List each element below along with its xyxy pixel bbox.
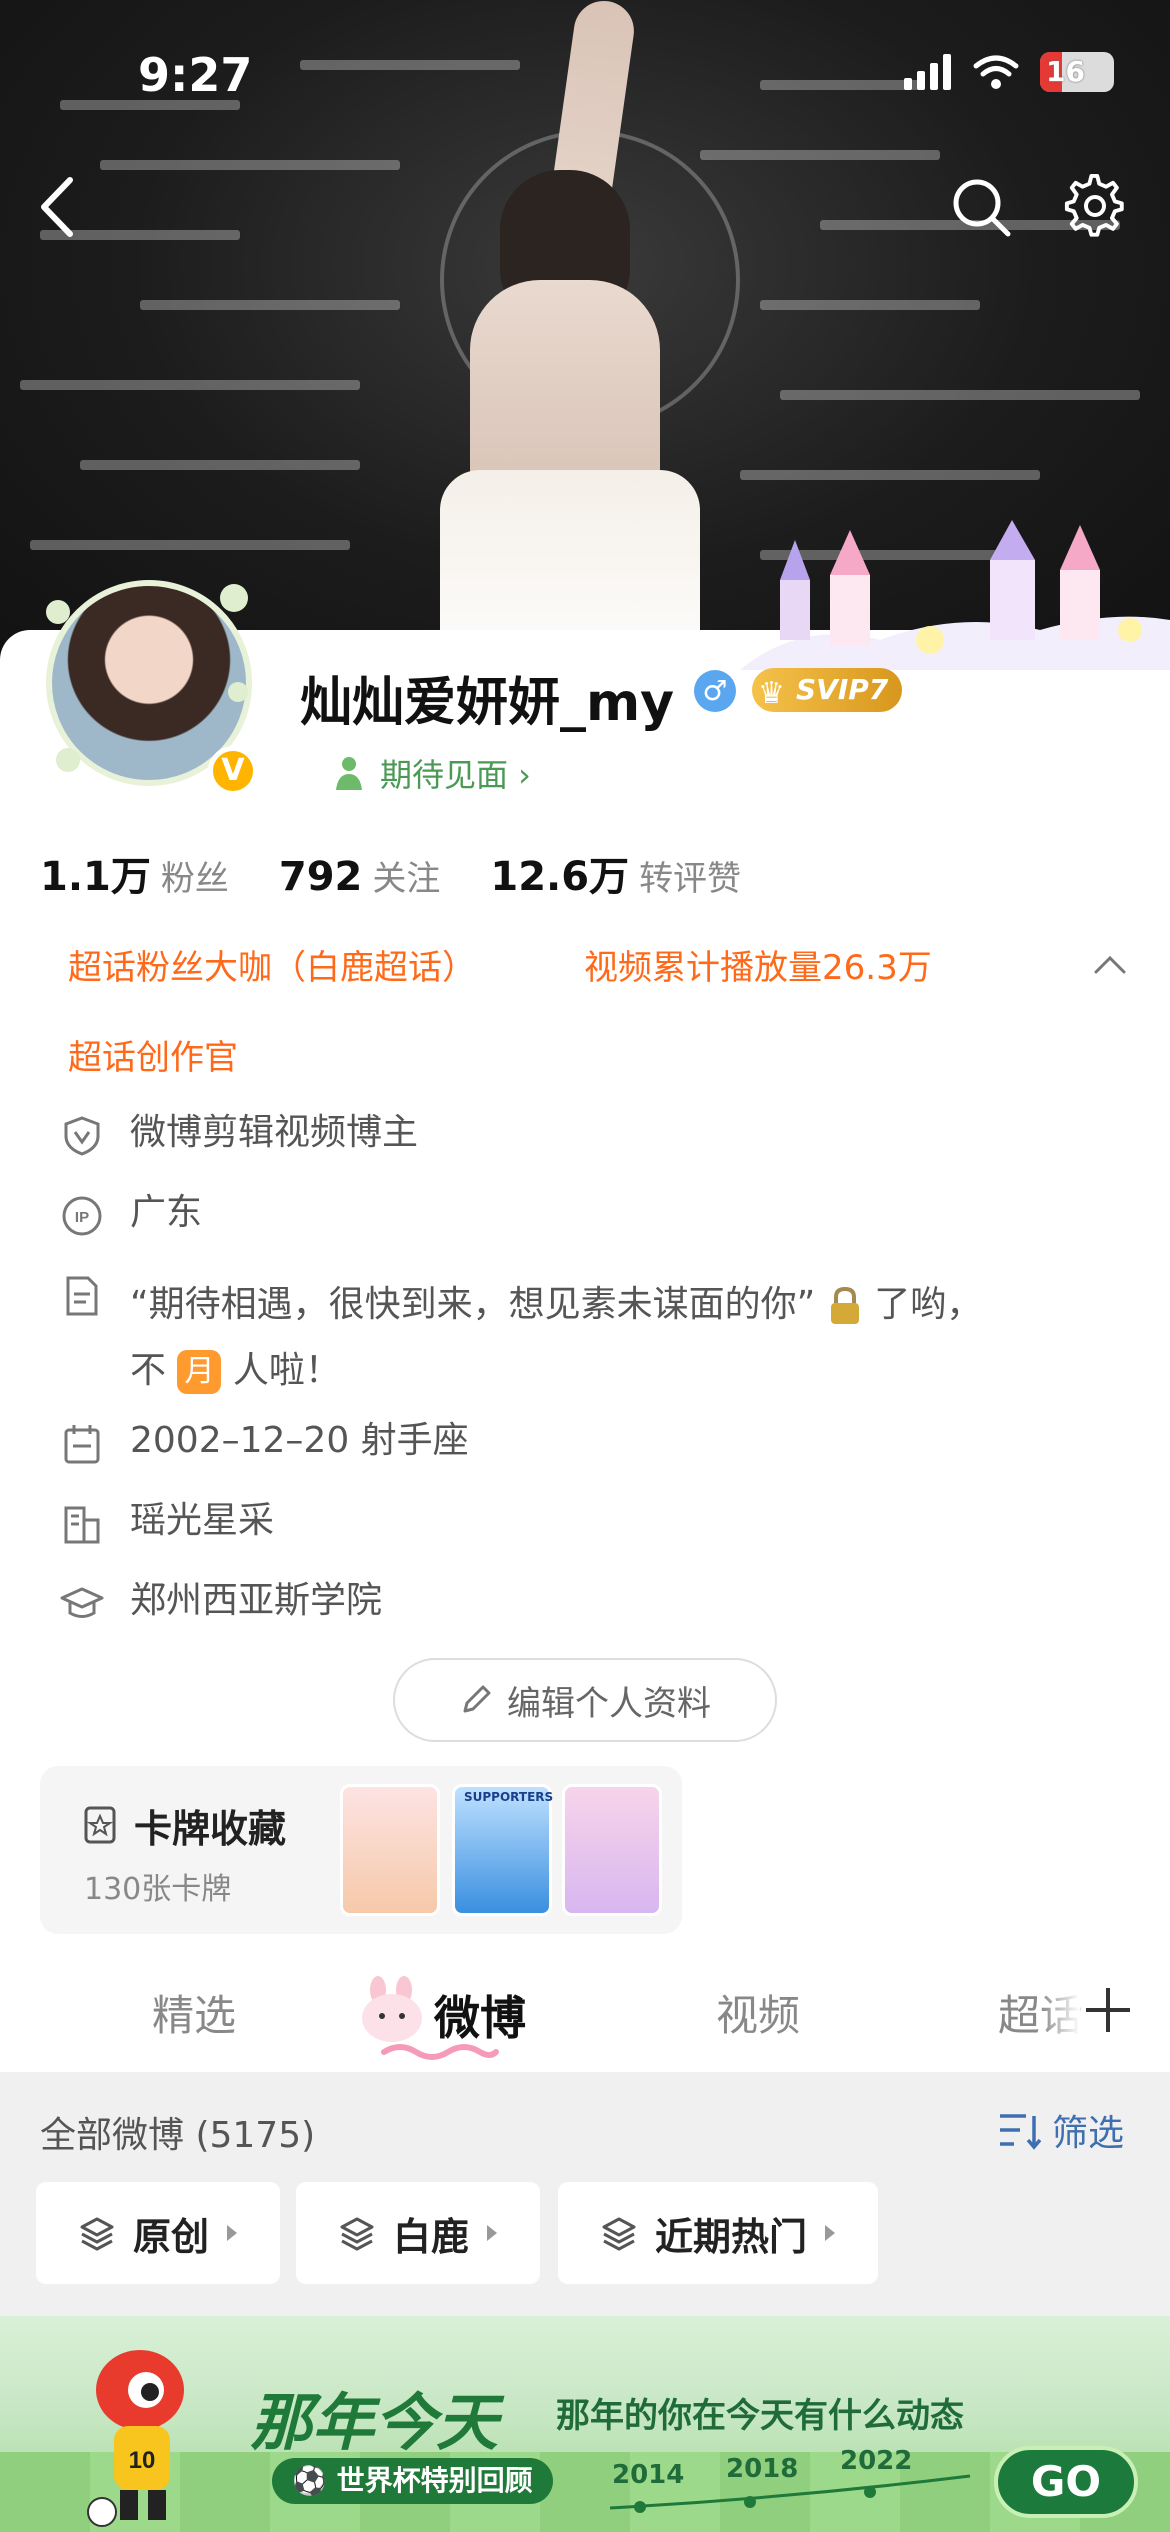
- wifi-icon: [973, 55, 1019, 89]
- feed-title: 全部微博 (5175): [40, 2115, 316, 2156]
- moon-emoji-icon: 月: [177, 1350, 222, 1394]
- chip-recent-hot[interactable]: 近期热门: [558, 2182, 878, 2284]
- layers-icon: [602, 2217, 636, 2251]
- shield-icon: [64, 1116, 100, 1156]
- info-bio-row: “期待相遇，很快到来，想见素未谋面的你” 了哟， 不 月 人啦！: [60, 1272, 1090, 1404]
- username: 灿灿爱妍妍_my: [300, 673, 675, 733]
- building-icon: [64, 1506, 100, 1544]
- caret-right-icon: [825, 2225, 835, 2241]
- ip-location-icon: IP: [62, 1196, 102, 1236]
- edit-profile-label: 编辑个人资料: [507, 1683, 711, 1724]
- chip-original[interactable]: 原创: [36, 2182, 280, 2284]
- plus-icon[interactable]: [1080, 1982, 1136, 2038]
- chip-bailu[interactable]: 白鹿: [296, 2182, 540, 2284]
- svg-text:10: 10: [129, 2447, 156, 2474]
- bio-text-3: 不: [130, 1350, 167, 1391]
- likes-count[interactable]: 12.6万: [490, 844, 629, 902]
- banner-world-cup-pill: ⚽ 世界杯特别回顾: [272, 2458, 553, 2504]
- status-tag[interactable]: 期待见面 ›: [380, 750, 531, 796]
- graduation-cap-icon: [60, 1587, 104, 1618]
- chevron-up-icon[interactable]: [1090, 944, 1130, 984]
- card-thumbnail-1[interactable]: [340, 1784, 440, 1916]
- status-icons: 16: [904, 52, 1114, 92]
- svip-label: SVIP7: [796, 673, 889, 706]
- go-button[interactable]: GO: [994, 2446, 1138, 2518]
- card-collection-icon: [84, 1806, 116, 1844]
- chip-original-label: 原创: [132, 2214, 209, 2259]
- tab-video[interactable]: 视频: [716, 1982, 800, 2043]
- stats-row: 1.1万 粉丝 792 关注 12.6万 转评赞: [40, 844, 791, 902]
- lock-emoji-icon: [830, 1286, 859, 1324]
- ip-text: 广东: [130, 1192, 203, 1233]
- info-creator-row: 微博剪辑视频博主: [60, 1112, 418, 1166]
- calendar-icon: [64, 1425, 100, 1464]
- info-company-row: 瑶光星采: [60, 1500, 274, 1554]
- banner-pill-label: 世界杯特别回顾: [336, 2464, 533, 2497]
- banner-year-2014: 2014: [612, 2460, 685, 2490]
- soccer-ball-icon: ⚽: [292, 2464, 327, 2497]
- school-text: 郑州西亚斯学院: [130, 1580, 383, 1621]
- gear-icon[interactable]: [1064, 174, 1126, 238]
- tab-weibo[interactable]: 微博: [434, 1982, 526, 2048]
- search-icon[interactable]: [950, 176, 1012, 238]
- filter-icon: [1000, 2114, 1042, 2150]
- crown-icon: ♛: [758, 676, 785, 711]
- document-icon: [66, 1276, 98, 1316]
- edit-profile-button[interactable]: 编辑个人资料: [393, 1658, 777, 1742]
- status-time: 9:27: [138, 48, 253, 102]
- info-school-row: 郑州西亚斯学院: [60, 1580, 382, 1634]
- following-label[interactable]: 关注: [372, 851, 440, 900]
- banner-year-2018: 2018: [726, 2454, 799, 2484]
- badge-video-views[interactable]: 视频累计播放量26.3万: [584, 940, 932, 989]
- caret-right-icon: [487, 2225, 497, 2241]
- bunny-icon: [362, 1976, 422, 2042]
- person-status-icon: [336, 757, 362, 790]
- company-text: 瑶光星采: [130, 1500, 275, 1541]
- pencil-icon: [463, 1685, 491, 1713]
- filter-label: 筛选: [1052, 2113, 1125, 2154]
- verified-badge-icon: V: [208, 746, 258, 796]
- tab-featured[interactable]: 精选: [152, 1982, 236, 2043]
- chip-bailu-label: 白鹿: [392, 2214, 469, 2259]
- followers-count[interactable]: 1.1万: [40, 844, 151, 902]
- mascot-icon: 10: [87, 2350, 184, 2527]
- filter-button[interactable]: 筛选: [998, 2104, 1124, 2156]
- castle-decoration: [740, 520, 1170, 670]
- card-collection-count: 130张卡牌: [84, 1872, 232, 1907]
- info-ip-row: IP 广东: [60, 1192, 202, 1246]
- bio-text-2: 了哟，: [874, 1284, 983, 1325]
- card-collection-title: 卡牌收藏: [134, 1807, 287, 1851]
- signal-icon: [904, 54, 951, 90]
- battery-icon: 16: [1040, 52, 1114, 92]
- bio-text-4: 人啦！: [232, 1350, 341, 1391]
- chip-recent-hot-label: 近期热门: [654, 2214, 807, 2259]
- bio-text-1: “期待相遇，很快到来，想见素未谋面的你”: [130, 1284, 816, 1325]
- banner-subtitle: 那年的你在今天有什么动态: [556, 2396, 964, 2436]
- banner-year-2022: 2022: [840, 2446, 913, 2476]
- svg-text:IP: IP: [75, 1209, 89, 1226]
- birthday-text: 2002–12–20 射手座: [130, 1420, 469, 1461]
- following-count[interactable]: 792: [279, 854, 363, 900]
- likes-label[interactable]: 转评赞: [639, 851, 741, 900]
- back-icon[interactable]: [30, 172, 86, 242]
- card-thumbnail-2-label: SUPPORTERS: [464, 1790, 554, 1804]
- info-birthday-row: 2002–12–20 射手座: [60, 1420, 469, 1474]
- creator-text: 微博剪辑视频博主: [130, 1112, 419, 1153]
- card-thumbnail-3[interactable]: [562, 1784, 662, 1916]
- banner-title: 那年今天: [250, 2386, 499, 2459]
- active-tab-indicator: [381, 2044, 499, 2060]
- badge-super-topic-fan[interactable]: 超话粉丝大咖（白鹿超话）: [68, 940, 476, 989]
- svip-badge[interactable]: ♛ SVIP7: [752, 668, 903, 712]
- layers-icon: [80, 2217, 114, 2251]
- caret-right-icon: [227, 2225, 237, 2241]
- battery-level: 16: [1046, 55, 1085, 88]
- layers-icon: [340, 2217, 374, 2251]
- male-gender-icon: ♂: [694, 670, 736, 712]
- followers-label[interactable]: 粉丝: [161, 851, 229, 900]
- badge-topic-creator[interactable]: 超话创作官: [68, 1030, 238, 1079]
